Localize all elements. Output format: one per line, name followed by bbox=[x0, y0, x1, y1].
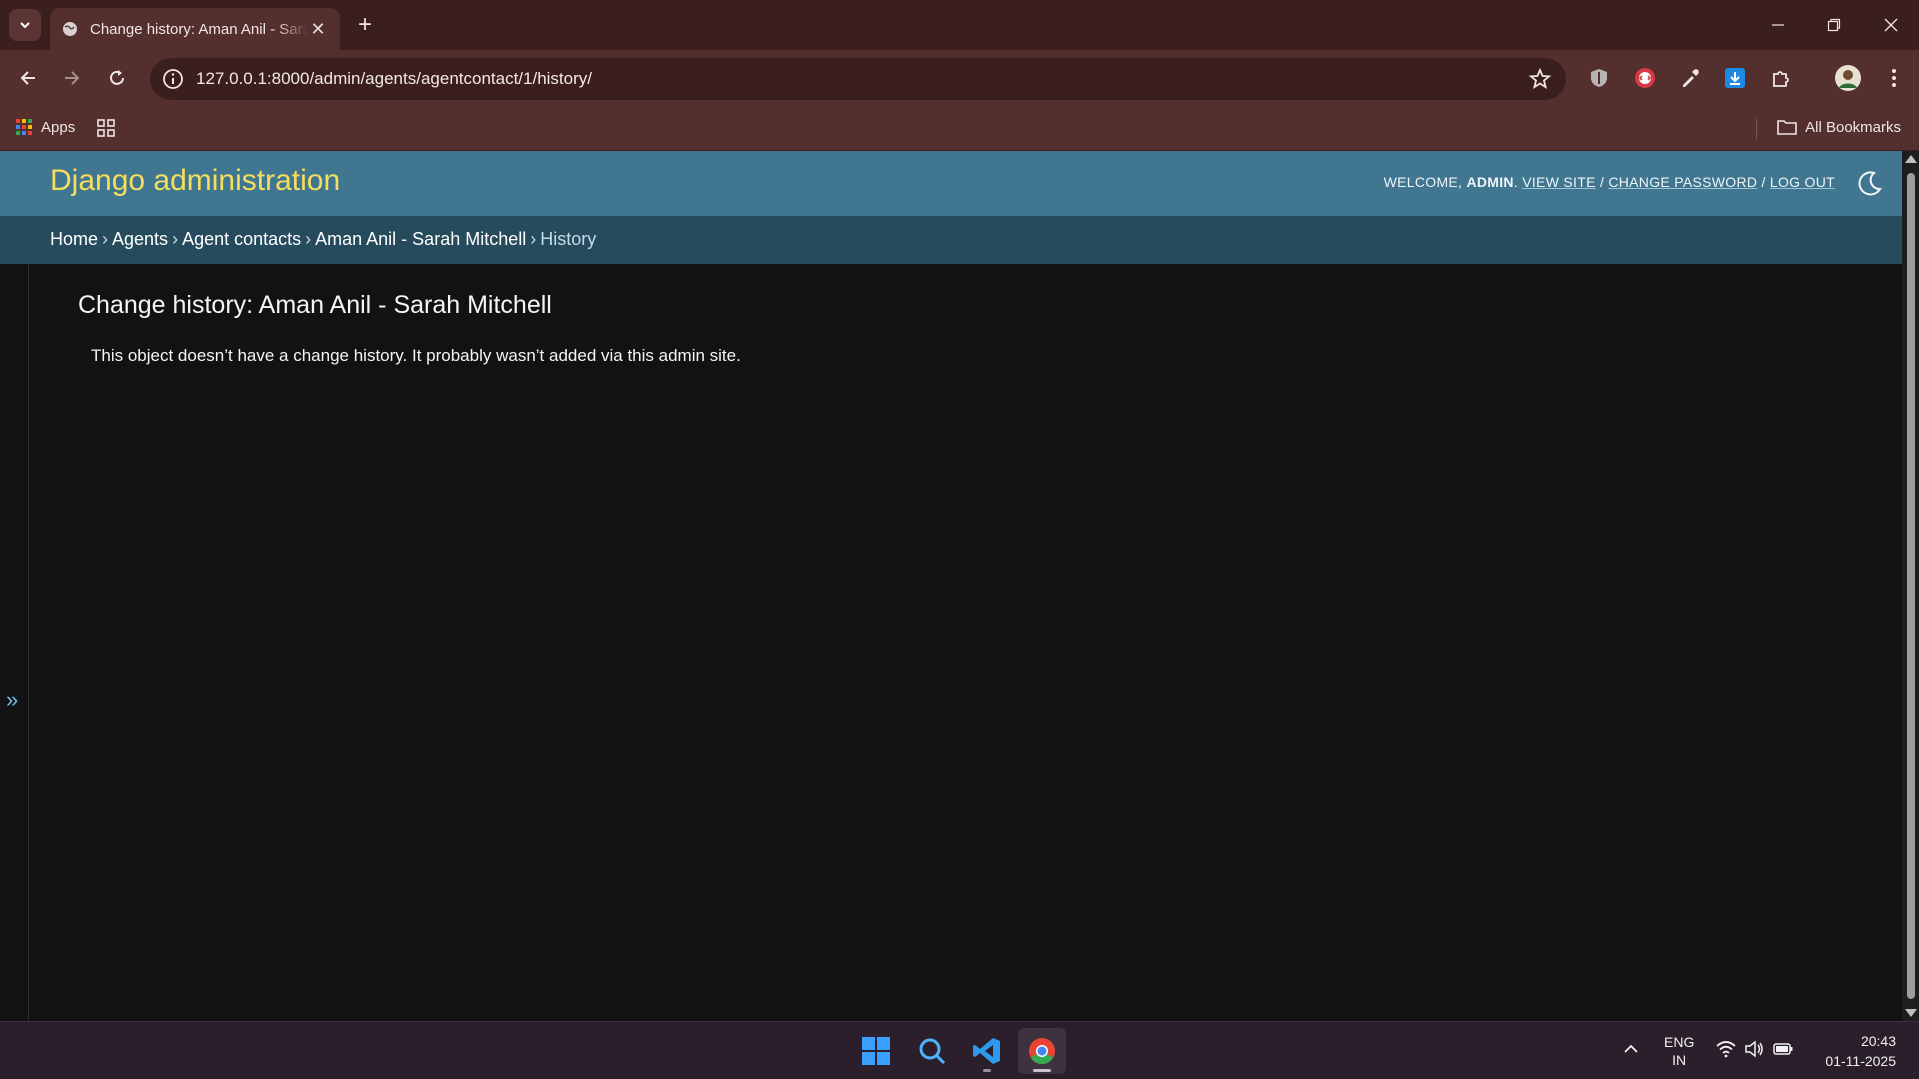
restore-icon bbox=[1827, 18, 1841, 32]
volume-icon bbox=[1745, 1040, 1763, 1058]
vscode-app[interactable] bbox=[963, 1028, 1011, 1074]
log-out-link[interactable]: LOG OUT bbox=[1770, 174, 1835, 190]
language-indicator[interactable]: ENG IN bbox=[1664, 1033, 1694, 1069]
vscode-icon bbox=[973, 1038, 1000, 1064]
page-title: Change history: Aman Anil - Sarah Mitche… bbox=[78, 291, 552, 319]
django-admin-page: Django administration WELCOME, ADMIN. VI… bbox=[0, 151, 1902, 1021]
scroll-down-arrow[interactable] bbox=[1905, 1009, 1917, 1017]
close-icon bbox=[1884, 18, 1898, 32]
profile-avatar-icon[interactable] bbox=[1833, 63, 1863, 93]
tab-search-button[interactable] bbox=[9, 9, 41, 41]
chrome-app[interactable] bbox=[1018, 1028, 1066, 1074]
sidebar-toggle-button[interactable]: » bbox=[6, 687, 18, 713]
show-hidden-icons-button[interactable] bbox=[1622, 1040, 1640, 1061]
app-active-indicator bbox=[1033, 1069, 1051, 1072]
devtools-extension-icon[interactable] bbox=[1630, 63, 1660, 93]
extensions-puzzle-icon[interactable] bbox=[1766, 63, 1796, 93]
tab-groups-button[interactable] bbox=[96, 118, 116, 142]
reload-icon bbox=[110, 70, 124, 85]
site-branding[interactable]: Django administration bbox=[50, 164, 340, 198]
bookmark-star-icon[interactable] bbox=[1528, 67, 1552, 91]
lang-line-2: IN bbox=[1672, 1052, 1687, 1068]
all-bookmarks-button[interactable]: All Bookmarks bbox=[1777, 118, 1901, 136]
clock-date: 01-11-2025 bbox=[1825, 1053, 1896, 1069]
close-window-button[interactable] bbox=[1871, 10, 1911, 40]
grid-icon bbox=[97, 119, 115, 137]
app-running-indicator bbox=[983, 1069, 991, 1072]
main-content: Change history: Aman Anil - Sarah Mitche… bbox=[78, 291, 741, 366]
system-tray-icons[interactable] bbox=[1716, 1040, 1794, 1058]
moon-icon[interactable] bbox=[1854, 169, 1884, 199]
breadcrumb-object[interactable]: Aman Anil - Sarah Mitchell bbox=[315, 229, 526, 249]
new-tab-button[interactable]: + bbox=[352, 11, 378, 38]
download-extension-icon[interactable] bbox=[1720, 63, 1750, 93]
browser-tab-bar: Change history: Aman Anil - Sarah Mitche… bbox=[0, 0, 1919, 50]
search-icon bbox=[919, 1038, 946, 1065]
shield-extension-icon[interactable] bbox=[1584, 63, 1614, 93]
tab-close-icon[interactable]: ✕ bbox=[308, 19, 328, 40]
minimize-icon bbox=[1772, 24, 1784, 26]
sidebar-divider bbox=[28, 264, 29, 1021]
username: ADMIN bbox=[1466, 174, 1514, 190]
history-message: This object doesn’t have a change histor… bbox=[91, 346, 741, 365]
arrow-left-icon bbox=[20, 71, 35, 85]
welcome-text: WELCOME, bbox=[1383, 174, 1463, 190]
view-site-link[interactable]: VIEW SITE bbox=[1522, 174, 1596, 190]
breadcrumb-current: History bbox=[540, 229, 597, 249]
reload-button[interactable] bbox=[101, 62, 133, 94]
scroll-up-arrow[interactable] bbox=[1905, 155, 1917, 163]
globe-icon bbox=[63, 22, 77, 36]
clock-time: 20:43 bbox=[1860, 1033, 1896, 1049]
windows-logo-icon bbox=[862, 1037, 890, 1065]
page-scrollbar[interactable] bbox=[1902, 151, 1919, 1021]
search-button[interactable] bbox=[908, 1028, 956, 1074]
url-text[interactable]: 127.0.0.1:8000/admin/agents/agentcontact… bbox=[196, 69, 1528, 89]
restore-button[interactable] bbox=[1814, 10, 1854, 40]
back-button[interactable] bbox=[12, 62, 44, 94]
tab-title: Change history: Aman Anil - Sarah Mitche… bbox=[90, 20, 308, 38]
user-tools: WELCOME, ADMIN. VIEW SITE / CHANGE PASSW… bbox=[1383, 174, 1835, 190]
breadcrumb-home[interactable]: Home bbox=[50, 229, 98, 249]
chevron-down-icon bbox=[20, 22, 30, 29]
address-bar[interactable]: 127.0.0.1:8000/admin/agents/agentcontact… bbox=[150, 58, 1566, 100]
minimize-button[interactable] bbox=[1758, 10, 1798, 40]
windows-taskbar: ENG IN 20:43 01-11-2025 bbox=[0, 1021, 1919, 1079]
clock[interactable]: 20:43 01-11-2025 bbox=[1812, 1031, 1896, 1071]
browser-toolbar: 127.0.0.1:8000/admin/agents/agentcontact… bbox=[0, 50, 1919, 107]
folder-icon bbox=[1777, 120, 1797, 135]
chrome-icon bbox=[1029, 1038, 1055, 1065]
scroll-thumb[interactable] bbox=[1907, 173, 1915, 999]
site-info-icon[interactable] bbox=[162, 68, 184, 90]
forward-button[interactable] bbox=[56, 62, 88, 94]
apps-label: Apps bbox=[41, 118, 76, 136]
apps-grid-icon bbox=[16, 119, 32, 135]
breadcrumb-agent-contacts[interactable]: Agent contacts bbox=[182, 229, 301, 249]
color-picker-extension-icon[interactable] bbox=[1675, 63, 1705, 93]
change-password-link[interactable]: CHANGE PASSWORD bbox=[1608, 174, 1757, 190]
active-tab[interactable]: Change history: Aman Anil - Sarah Mitche… bbox=[50, 8, 340, 50]
breadcrumb-agents[interactable]: Agents bbox=[112, 229, 168, 249]
bookmark-divider bbox=[1756, 119, 1757, 139]
chevron-up-icon bbox=[1624, 1044, 1638, 1053]
admin-header: Django administration WELCOME, ADMIN. VI… bbox=[0, 151, 1902, 216]
start-button[interactable] bbox=[852, 1028, 900, 1074]
lang-line-1: ENG bbox=[1664, 1034, 1695, 1050]
battery-icon bbox=[1773, 1043, 1793, 1055]
bookmark-apps[interactable]: Apps bbox=[15, 118, 75, 136]
bookmarks-bar: Apps All Bookmarks bbox=[0, 107, 1919, 151]
wifi-icon bbox=[1716, 1041, 1736, 1058]
arrow-right-icon bbox=[65, 71, 80, 85]
separator: / bbox=[1599, 174, 1605, 190]
all-bookmarks-label: All Bookmarks bbox=[1805, 118, 1901, 136]
separator: / bbox=[1761, 174, 1766, 190]
browser-menu-icon[interactable] bbox=[1879, 63, 1909, 93]
breadcrumb: Home › Agents › Agent contacts › Aman Anil - S… bbox=[0, 216, 1902, 264]
